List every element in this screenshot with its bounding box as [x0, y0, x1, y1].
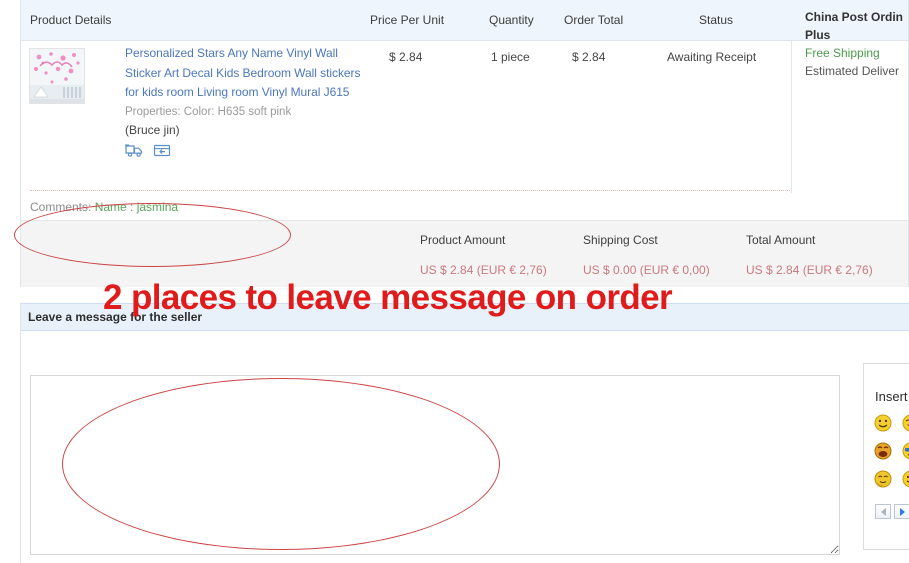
product-title-link[interactable]: Personalized Stars Any Name Vinyl Wall S… — [125, 44, 363, 103]
logistics-divider — [791, 41, 792, 193]
chevron-left-icon — [880, 507, 886, 516]
emoji-grid — [874, 414, 909, 494]
comments-row: Comments: Name : jasmina — [30, 200, 178, 214]
return-parcel-icon[interactable] — [153, 143, 172, 161]
cell-quantity: 1 piece — [491, 50, 530, 64]
product-amount-label: Product Amount — [420, 233, 506, 247]
smiley-grin-icon[interactable] — [874, 414, 892, 432]
product-thumbnail[interactable] — [29, 48, 85, 104]
order-totals-band: Product Amount Shipping Cost Total Amoun… — [21, 220, 908, 287]
emoji-pager — [875, 504, 909, 519]
shipping-method-name: China Post Ordin — [805, 10, 904, 24]
comments-divider — [30, 190, 790, 191]
product-action-icons — [125, 143, 363, 161]
annotation-headline: 2 places to leave message on order — [103, 278, 673, 317]
shipping-cost-value: US $ 0.00 (EUR € 0,00) — [583, 263, 710, 277]
total-amount-label: Total Amount — [746, 233, 816, 247]
shipping-truck-icon[interactable] — [125, 143, 144, 161]
estimated-delivery-label: Estimated Deliver — [805, 64, 900, 78]
total-amount-value: US $ 2.84 (EUR € 2,76) — [746, 263, 873, 277]
comments-label: Comments: — [30, 200, 92, 214]
table-row: Personalized Stars Any Name Vinyl Wall S… — [21, 41, 908, 193]
product-thumbnail-image — [30, 49, 84, 103]
comments-value: Name : jasmina — [94, 200, 179, 214]
cell-status: Awaiting Receipt — [667, 50, 757, 64]
cell-price-per-unit: $ 2.84 — [389, 50, 423, 64]
cell-order-total: $ 2.84 — [572, 50, 606, 64]
smiley-cool-icon[interactable] — [902, 442, 909, 460]
column-header-quantity: Quantity — [489, 13, 534, 27]
emoji-next-button[interactable] — [894, 504, 909, 519]
table-header-row: Product Details Price Per Unit Quantity … — [21, 0, 908, 41]
shipping-method-name-line2: Plus — [805, 27, 831, 42]
smiley-tongue-icon[interactable] — [874, 442, 892, 460]
seller-name: (Bruce jin) — [125, 122, 180, 137]
free-shipping-label: Free Shipping — [805, 46, 880, 60]
column-header-status: Status — [699, 13, 734, 27]
leave-message-section: Leave a message for the seller Insert — [20, 303, 909, 563]
column-header-product-details: Product Details — [30, 13, 112, 27]
smiley-happy-icon[interactable] — [902, 470, 909, 488]
product-properties: Properties: Color: H635 soft pink — [125, 105, 292, 118]
order-table-card: Product Details Price Per Unit Quantity … — [20, 0, 909, 287]
logistics-info: China Post Ordin Plus Free Shipping Esti… — [805, 9, 909, 80]
emoji-prev-button[interactable] — [875, 504, 891, 519]
emoji-panel-title: Insert — [875, 389, 908, 404]
shipping-cost-label: Shipping Cost — [583, 233, 658, 247]
column-header-price-per-unit: Price Per Unit — [370, 13, 445, 27]
seller-message-textarea[interactable] — [30, 375, 840, 555]
page-root: Product Details Price Per Unit Quantity … — [0, 0, 909, 563]
chevron-right-icon — [899, 507, 905, 516]
column-header-order-total: Order Total — [564, 13, 624, 27]
smiley-laugh-icon[interactable] — [902, 414, 909, 432]
product-amount-value: US $ 2.84 (EUR € 2,76) — [420, 263, 547, 277]
emoji-insert-panel: Insert — [863, 363, 909, 550]
product-info: Personalized Stars Any Name Vinyl Wall S… — [125, 44, 363, 161]
smiley-shy-icon[interactable] — [874, 470, 892, 488]
